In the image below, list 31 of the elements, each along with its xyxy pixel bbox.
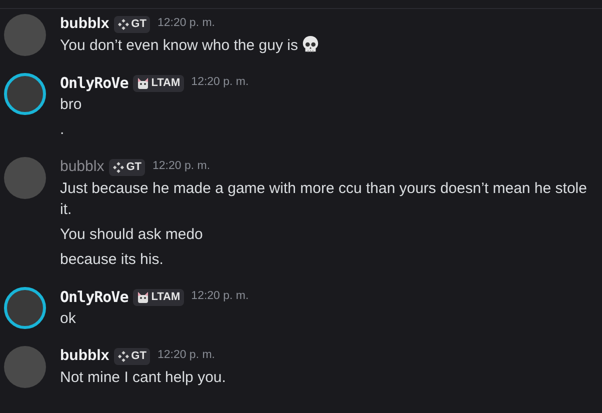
username[interactable]: bubblx [60, 344, 110, 368]
message-text: . [60, 120, 66, 140]
cat-face-icon [137, 291, 150, 303]
diamond-icon [118, 18, 130, 30]
timestamp: 12:20 p. m. [191, 289, 249, 304]
server-tag[interactable]: GT [109, 158, 146, 176]
diamond-icon [113, 162, 124, 172]
avatar[interactable] [4, 73, 46, 115]
message-text: You don’t even know who the guy is [60, 35, 594, 56]
cat-face-icon [137, 77, 150, 89]
message-text: because its his. [60, 250, 164, 270]
message-text: Just because he made a game with more ccu than yours doesn’t mean he stole it. [60, 179, 588, 220]
timestamp: 12:20 p. m. [157, 348, 215, 364]
diamond-icon [118, 350, 130, 362]
message-text: Not mine I cant help you. [60, 368, 227, 388]
message-text: ok [60, 309, 77, 329]
username[interactable]: OnlyRoVe [60, 72, 128, 94]
server-tag[interactable]: LTAM [133, 74, 184, 92]
server-tag[interactable]: GT [114, 16, 150, 32]
username[interactable]: OnlyRoVe [60, 286, 128, 308]
timestamp: 12:20 p. m. [152, 159, 210, 174]
timestamp: 12:20 p. m. [191, 75, 249, 90]
skull-icon [300, 35, 320, 54]
username[interactable]: bubblx [60, 12, 110, 36]
server-tag[interactable]: GT [114, 348, 150, 364]
message-text: You should ask medo [60, 225, 204, 245]
message-text: bro [60, 95, 83, 115]
server-tag[interactable]: LTAM [133, 288, 184, 306]
username[interactable]: bubblx [60, 156, 104, 178]
avatar[interactable] [4, 287, 46, 329]
timestamp: 12:20 p. m. [157, 16, 215, 32]
